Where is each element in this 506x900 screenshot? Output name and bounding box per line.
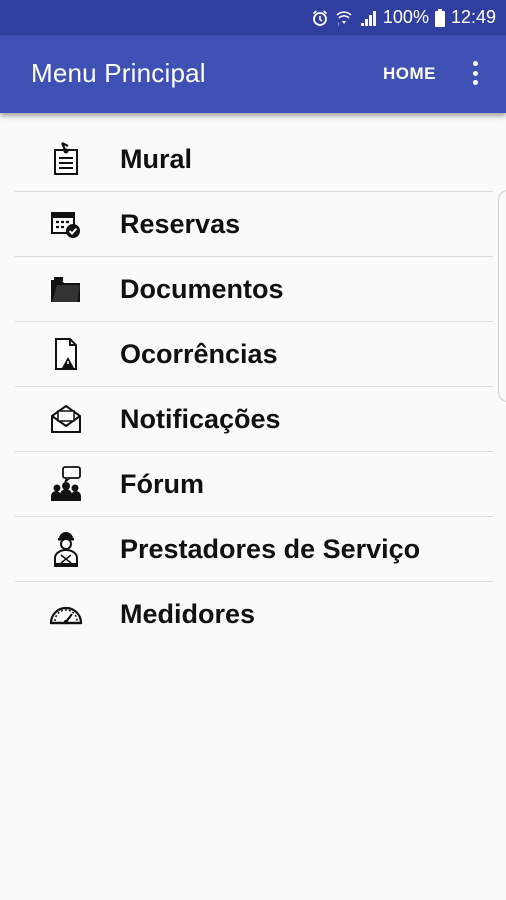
clock-time: 12:49	[450, 7, 496, 27]
more-vert-icon[interactable]	[464, 59, 486, 87]
gauge-icon	[48, 596, 84, 632]
envelope-icon	[48, 401, 84, 437]
menu-item-label: Notificações	[120, 403, 281, 434]
page-title: Menu Principal	[31, 58, 206, 88]
menu-item-label: Mural	[120, 143, 193, 174]
wifi-icon: ↑	[335, 9, 353, 27]
document-warning-icon	[48, 336, 84, 372]
alarm-icon	[311, 9, 329, 27]
calendar-check-icon	[48, 206, 84, 242]
edge-panel-handle[interactable]	[498, 190, 506, 402]
menu-item-documentos[interactable]: Documentos	[15, 257, 493, 322]
menu-item-label: Medidores	[120, 598, 256, 629]
menu-item-label: Documentos	[120, 273, 284, 304]
menu-item-ocorrencias[interactable]: Ocorrências	[15, 322, 493, 387]
menu-item-forum[interactable]: Fórum	[15, 452, 493, 517]
svg-text:↑: ↑	[337, 22, 340, 27]
menu-item-label: Prestadores de Serviço	[120, 533, 421, 564]
menu-item-reservas[interactable]: Reservas	[15, 192, 493, 257]
menu-item-prestadores[interactable]: Prestadores de Serviço	[15, 517, 493, 582]
menu-item-medidores[interactable]: Medidores	[15, 582, 493, 646]
home-button[interactable]: HOME	[383, 64, 436, 84]
service-provider-icon	[48, 531, 84, 567]
menu-item-label: Fórum	[120, 468, 204, 499]
menu-item-label: Ocorrências	[120, 338, 278, 369]
battery-text: 100%	[382, 7, 429, 27]
menu-item-mural[interactable]: Mural	[15, 127, 493, 192]
folder-icon	[48, 271, 84, 307]
bulletin-board-icon	[48, 141, 84, 177]
main-menu-list: Mural Reservas Documentos Ocorrências No…	[15, 127, 493, 646]
status-bar: ↑ 100% 12:49	[0, 0, 506, 35]
battery-icon	[434, 8, 445, 27]
menu-item-label: Reservas	[120, 208, 241, 239]
menu-item-notificacoes[interactable]: Notificações	[15, 387, 493, 452]
forum-people-icon	[48, 466, 84, 502]
app-bar: Menu Principal HOME	[0, 35, 506, 113]
signal-icon	[359, 9, 377, 27]
